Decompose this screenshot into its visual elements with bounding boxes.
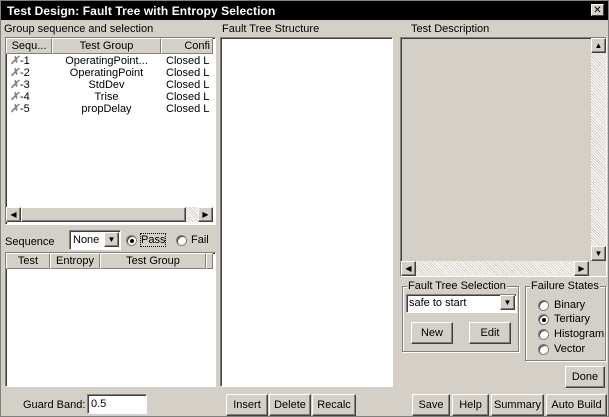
vertical-scrollbar[interactable]: ▲ ▼	[591, 38, 606, 261]
scroll-right-icon[interactable]: ▶	[574, 261, 589, 276]
x-mark-icon: ✗	[10, 103, 20, 115]
tertiary-label[interactable]: Tertiary	[554, 313, 590, 325]
fault-tree-view[interactable]	[220, 37, 393, 387]
fault-tree-structure-label: Fault Tree Structure	[222, 23, 320, 35]
test-design-window: Test Design: Fault Tree with Entropy Sel…	[0, 0, 609, 417]
fail-radio[interactable]	[176, 235, 187, 246]
tertiary-radio[interactable]	[538, 314, 549, 325]
window-title: Test Design: Fault Tree with Entropy Sel…	[7, 4, 276, 18]
done-button[interactable]: Done	[565, 366, 605, 388]
histogram-radio[interactable]	[538, 329, 549, 340]
test-description-label: Test Description	[411, 23, 490, 35]
fault-tree-value: safe to start	[409, 297, 467, 309]
fault-tree-selection-group: Fault Tree Selection safe to start ▼ New…	[402, 280, 519, 352]
chevron-down-icon[interactable]: ▼	[500, 295, 515, 310]
column-header-test-group[interactable]: Test Group	[52, 38, 161, 54]
auto-build-button[interactable]: Auto Build	[546, 394, 607, 416]
fault-tree-selection-label: Fault Tree Selection	[407, 280, 507, 292]
histogram-label[interactable]: Histogram	[554, 328, 604, 340]
vector-label[interactable]: Vector	[554, 343, 585, 355]
test-list[interactable]: Test Entropy Test Group	[5, 252, 216, 387]
delete-button[interactable]: Delete	[269, 394, 311, 416]
failure-states-group: Failure States Binary Tertiary Histogram…	[525, 280, 606, 361]
row-seq: -5	[20, 103, 30, 115]
column-header-filler	[206, 253, 213, 269]
row-group: propDelay	[81, 103, 132, 115]
scroll-thumb[interactable]	[21, 207, 186, 222]
pass-label[interactable]: Pass	[139, 233, 167, 247]
scroll-up-icon[interactable]: ▲	[591, 38, 606, 53]
guard-band-label: Guard Band:	[23, 399, 86, 411]
binary-radio[interactable]	[538, 300, 549, 311]
failure-states-label: Failure States	[530, 280, 600, 292]
column-header-config[interactable]: Confi	[161, 38, 213, 54]
chevron-down-icon[interactable]: ▼	[104, 232, 119, 247]
sequence-label: Sequence	[5, 236, 55, 248]
horizontal-scrollbar[interactable]: ◀ ▶	[6, 207, 213, 222]
new-button[interactable]: New	[411, 322, 453, 344]
pass-radio[interactable]	[126, 235, 137, 246]
edit-button[interactable]: Edit	[469, 322, 511, 344]
column-header-sequence[interactable]: Sequ...	[6, 38, 52, 54]
save-button[interactable]: Save	[412, 394, 450, 416]
title-bar: Test Design: Fault Tree with Entropy Sel…	[1, 1, 608, 20]
scroll-down-icon[interactable]: ▼	[591, 246, 606, 261]
recalc-button[interactable]: Recalc	[312, 394, 356, 416]
column-header-test-group[interactable]: Test Group	[100, 253, 206, 269]
guard-band-value: 0.5	[91, 398, 107, 410]
row-config: Closed L	[166, 103, 210, 115]
binary-label[interactable]: Binary	[554, 299, 585, 311]
insert-button[interactable]: Insert	[226, 394, 268, 416]
help-button[interactable]: Help	[452, 394, 489, 416]
group-sequence-label: Group sequence and selection	[4, 23, 154, 35]
sequence-select[interactable]: None ▼	[69, 230, 121, 250]
column-header-test[interactable]: Test	[6, 253, 50, 269]
fail-label[interactable]: Fail	[191, 234, 209, 246]
fault-tree-select[interactable]: safe to start ▼	[406, 294, 517, 313]
table-row[interactable]: ✗ -5 propDelay Closed L	[6, 103, 213, 116]
vector-radio[interactable]	[538, 344, 549, 355]
test-description-box[interactable]: ▲ ▼ ◀ ▶	[400, 37, 607, 277]
close-icon[interactable]: ✕	[591, 4, 604, 16]
group-list[interactable]: Sequ... Test Group Confi ✗ -1 OperatingP…	[5, 37, 216, 225]
sequence-value: None	[73, 234, 100, 246]
horizontal-scrollbar[interactable]: ◀ ▶	[401, 261, 589, 276]
scroll-left-icon[interactable]: ◀	[6, 207, 21, 222]
summary-button[interactable]: Summary	[491, 394, 544, 416]
guard-band-input[interactable]: 0.5	[87, 394, 147, 414]
scroll-left-icon[interactable]: ◀	[401, 261, 416, 276]
column-header-entropy[interactable]: Entropy	[50, 253, 100, 269]
scroll-right-icon[interactable]: ▶	[198, 207, 213, 222]
